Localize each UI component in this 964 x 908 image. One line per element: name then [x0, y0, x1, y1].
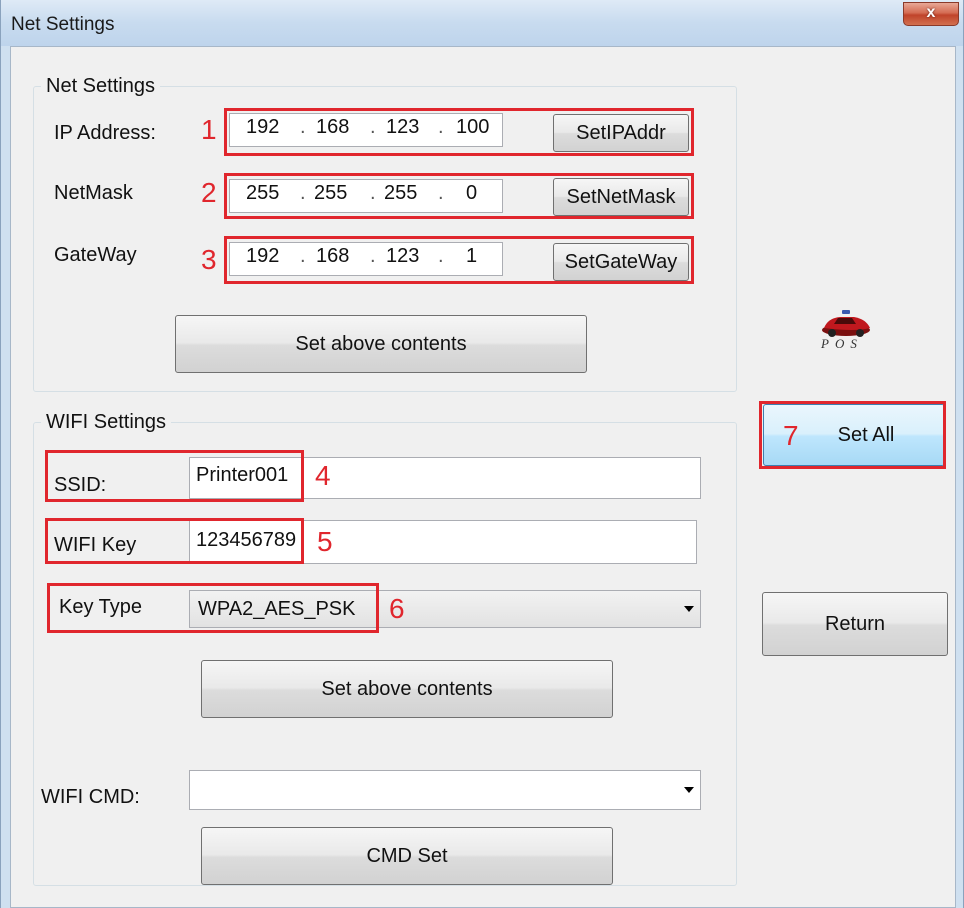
wifi-key-value: 123456789: [196, 529, 297, 551]
set-net-contents-button[interactable]: Set above contents: [175, 315, 587, 373]
ip-address-field[interactable]: 192 . 168 . 123 . 100: [229, 113, 503, 147]
ip-address-octet-1: 192: [246, 116, 280, 138]
close-icon: x: [926, 4, 936, 21]
ip-address-octet-4: 100: [456, 116, 490, 138]
ip-separator: .: [370, 245, 376, 267]
annotation-number-3: 3: [201, 244, 217, 275]
key-type-select[interactable]: WPA2_AES_PSK: [189, 590, 701, 628]
wifi-cmd-label: WIFI CMD:: [41, 786, 140, 808]
pos-logo-text: POS: [821, 336, 863, 351]
chevron-down-icon[interactable]: [684, 606, 694, 612]
cmd-set-button[interactable]: CMD Set: [201, 827, 613, 885]
netmask-field[interactable]: 255 . 255 . 255 . 0: [229, 179, 503, 213]
ip-separator: .: [370, 116, 376, 138]
title-bar[interactable]: Net Settings x: [1, 0, 963, 46]
netmask-octet-3: 255: [384, 182, 418, 204]
gateway-label: GateWay: [54, 244, 137, 266]
ip-address-label: IP Address:: [54, 122, 156, 144]
key-type-value: WPA2_AES_PSK: [198, 598, 356, 620]
chevron-down-icon[interactable]: [684, 787, 694, 793]
ip-separator: .: [370, 182, 376, 204]
ssid-input[interactable]: Printer001: [189, 457, 701, 499]
ip-separator: .: [300, 245, 306, 267]
wifi-key-input[interactable]: 123456789: [189, 520, 697, 564]
wifi-settings-group-label: WIFI Settings: [41, 411, 172, 434]
ssid-value: Printer001: [196, 464, 289, 486]
annotation-number-2: 2: [201, 177, 217, 208]
ip-address-octet-2: 168: [316, 116, 350, 138]
ip-separator: .: [300, 182, 306, 204]
gateway-octet-1: 192: [246, 245, 280, 267]
ip-separator: .: [438, 245, 444, 267]
gateway-field[interactable]: 192 . 168 . 123 . 1: [229, 242, 503, 276]
annotation-number-5: 5: [317, 526, 333, 557]
net-settings-group-label: Net Settings: [41, 75, 160, 98]
gateway-octet-3: 123: [386, 245, 420, 267]
wifi-key-label: WIFI Key: [54, 534, 137, 556]
ssid-label: SSID:: [54, 474, 107, 496]
netmask-octet-2: 255: [314, 182, 348, 204]
netmask-octet-4: 0: [466, 182, 478, 204]
ip-separator: .: [300, 116, 306, 138]
annotation-number-4: 4: [315, 460, 331, 491]
ip-separator: .: [438, 182, 444, 204]
netmask-label: NetMask: [54, 182, 133, 204]
ip-address-octet-3: 123: [386, 116, 420, 138]
annotation-number-6: 6: [389, 593, 405, 624]
annotation-number-1: 1: [201, 114, 217, 145]
netmask-octet-1: 255: [246, 182, 280, 204]
set-ip-addr-button[interactable]: SetIPAddr: [553, 114, 689, 152]
gateway-octet-2: 168: [316, 245, 350, 267]
window-title: Net Settings: [11, 14, 115, 35]
gateway-octet-4: 1: [466, 245, 478, 267]
return-button[interactable]: Return: [762, 592, 948, 656]
close-button[interactable]: x: [903, 2, 959, 26]
set-gateway-button[interactable]: SetGateWay: [553, 243, 689, 281]
set-wifi-contents-button[interactable]: Set above contents: [201, 660, 613, 718]
annotation-number-7: 7: [783, 420, 799, 451]
set-netmask-button[interactable]: SetNetMask: [553, 178, 689, 216]
wifi-cmd-select[interactable]: [189, 770, 701, 810]
net-settings-window: Net Settings x Net Settings IP Address: …: [0, 0, 964, 908]
ip-separator: .: [438, 116, 444, 138]
key-type-label: Key Type: [59, 596, 143, 618]
